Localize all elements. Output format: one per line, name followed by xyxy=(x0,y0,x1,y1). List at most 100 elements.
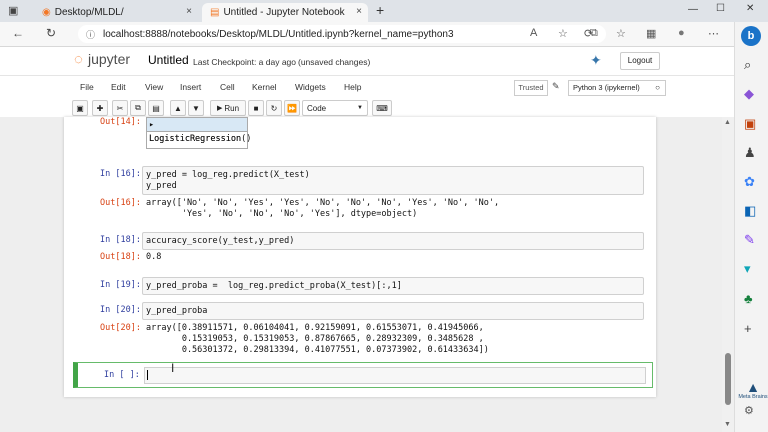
edge-sidebar: b ⌕ ◆ ▣ ♟ ✿ ◧ ✎ ▾ ♣ + ▲ Meta Brains ⚙ xyxy=(734,22,768,432)
favorites-icon[interactable]: ☆ xyxy=(616,27,626,40)
more-menu-icon[interactable]: ⋯ xyxy=(708,27,719,40)
paste-icon: ▤ xyxy=(152,103,160,113)
kernel-indicator[interactable]: Python 3 (ipykernel) ○ xyxy=(568,80,666,96)
trusted-indicator[interactable]: Trusted xyxy=(514,80,548,96)
star-icon[interactable]: ☆ xyxy=(558,27,568,40)
model-repr-header[interactable]: ▸ LogisticRegression xyxy=(147,118,247,144)
profile-avatar-icon[interactable]: ● xyxy=(678,27,685,39)
tab-untitled-notebook[interactable]: ▤ Untitled - Jupyter Notebook × xyxy=(202,3,368,22)
move-down-button[interactable]: ▼ xyxy=(188,100,204,116)
command-palette-button[interactable]: ⌨ xyxy=(372,100,392,116)
search-icon[interactable]: ⌕ xyxy=(744,58,751,72)
menu-help[interactable]: Help xyxy=(344,82,361,92)
notebook-name[interactable]: Untitled xyxy=(148,53,189,67)
browser-address-bar: ← ↻ ⓘ localhost:8888/notebooks/Desktop/M… xyxy=(0,22,768,47)
bing-chat-icon[interactable]: b xyxy=(741,26,761,46)
scrollbar-thumb[interactable] xyxy=(725,353,731,405)
shopping-icon[interactable]: ▾ xyxy=(744,262,751,276)
arrow-down-icon: ▼ xyxy=(192,103,200,113)
jupyter-logo-icon[interactable]: ◌ xyxy=(74,51,83,68)
restart-run-all-button[interactable]: ⏩ xyxy=(284,100,300,116)
text-cursor xyxy=(147,370,148,380)
scroll-down-icon[interactable]: ▼ xyxy=(724,421,731,428)
menu-cell[interactable]: Cell xyxy=(220,82,235,92)
copy-button[interactable]: ⧉ xyxy=(130,100,146,116)
active-cell[interactable]: In [ ]: xyxy=(73,362,653,388)
code-cell-18[interactable]: accuracy_score(y_test,y_pred) xyxy=(142,232,644,250)
empty-code-input[interactable] xyxy=(144,367,646,384)
input-prompt: In [19]: xyxy=(100,280,141,290)
cell-type-value: Code xyxy=(307,103,327,113)
chess-icon[interactable]: ♟ xyxy=(744,146,756,160)
menu-file[interactable]: File xyxy=(80,82,94,92)
logout-button[interactable]: Logout xyxy=(620,52,660,70)
paste-button[interactable]: ▤ xyxy=(148,100,164,116)
tree-icon[interactable]: ♣ xyxy=(744,292,753,306)
refresh-icon[interactable]: ↻ xyxy=(46,26,56,40)
restart-button[interactable]: ↻ xyxy=(266,100,282,116)
run-label: Run xyxy=(224,103,240,113)
close-icon[interactable]: × xyxy=(356,6,362,17)
tab-actions-icon[interactable]: ▣ xyxy=(8,4,18,17)
chevron-down-icon: ▼ xyxy=(357,105,363,111)
output-text: 0.8 xyxy=(146,252,162,262)
model-repr-widget[interactable]: ▸ LogisticRegression LogisticRegression(… xyxy=(146,117,251,149)
code-cell-20[interactable]: y_pred_proba xyxy=(142,302,644,320)
save-button[interactable]: ▣ xyxy=(72,100,88,116)
page-scrollbar[interactable]: ▲ ▼ xyxy=(722,117,734,432)
kernel-status-icon: ○ xyxy=(655,83,660,92)
jupyter-menu-bar: File Edit View Insert Cell Kernel Widget… xyxy=(0,75,734,98)
run-button[interactable]: ▶ Run xyxy=(210,100,246,116)
code-text[interactable]: accuracy_score(y_test,y_pred) xyxy=(146,236,294,247)
edit-pencil-icon[interactable]: ✎ xyxy=(552,81,560,92)
menu-kernel[interactable]: Kernel xyxy=(252,82,277,92)
cut-button[interactable]: ✂ xyxy=(112,100,128,116)
url-field[interactable]: ⓘ localhost:8888/notebooks/Desktop/MLDL/… xyxy=(78,25,606,43)
keyboard-icon: ⌨ xyxy=(376,103,388,113)
move-up-button[interactable]: ▲ xyxy=(170,100,186,116)
input-prompt: In [16]: xyxy=(100,169,141,179)
output-prompt: Out[20]: xyxy=(100,323,141,333)
jupyter-logo-text[interactable]: jupyter xyxy=(88,51,130,67)
interrupt-button[interactable]: ■ xyxy=(248,100,264,116)
collections-icon[interactable]: ▦ xyxy=(646,27,656,40)
info-icon[interactable]: ⓘ xyxy=(86,28,95,41)
jupyter-toolbar: ▣ ✚ ✂ ⧉ ▤ ▲ ▼ ▶ Run ■ ↻ ⏩ Code ▼ ⌨ xyxy=(0,97,734,118)
menu-edit[interactable]: Edit xyxy=(111,82,126,92)
scroll-up-icon[interactable]: ▲ xyxy=(724,119,731,126)
close-window-button[interactable]: ✕ xyxy=(746,3,754,14)
tag-icon[interactable]: ◆ xyxy=(744,87,754,101)
maximize-button[interactable]: ☐ xyxy=(716,3,725,14)
cell-type-select[interactable]: Code ▼ xyxy=(302,100,368,116)
restart-icon: ↻ xyxy=(270,103,278,113)
output-text: array(['No', 'No', 'Yes', 'Yes', 'No', '… xyxy=(146,198,500,219)
menu-view[interactable]: View xyxy=(145,82,163,92)
jupyter-header: ◌ jupyter Untitled Last Checkpoint: a da… xyxy=(0,47,734,75)
settings-icon[interactable]: ⚙ xyxy=(744,404,754,418)
menu-widgets[interactable]: Widgets xyxy=(295,82,326,92)
code-text[interactable]: y_pred = log_reg.predict(X_test) y_pred xyxy=(146,170,310,192)
meta-brains-logo: ▲ Meta Brains xyxy=(738,380,768,400)
outlook-icon[interactable]: ◧ xyxy=(744,204,756,218)
unsaved-status: (unsaved changes) xyxy=(298,57,371,67)
back-arrow-icon[interactable]: ← xyxy=(12,26,24,40)
briefcase-icon[interactable]: ▣ xyxy=(744,117,756,131)
code-text[interactable]: y_pred_proba = log_reg.predict_proba(X_t… xyxy=(146,281,402,292)
code-cell-19[interactable]: y_pred_proba = log_reg.predict_proba(X_t… xyxy=(142,277,644,295)
close-icon[interactable]: × xyxy=(186,6,192,17)
code-text[interactable]: y_pred_proba xyxy=(146,306,207,317)
code-cell-16[interactable]: y_pred = log_reg.predict(X_test) y_pred xyxy=(142,166,644,195)
add-icon[interactable]: + xyxy=(744,322,752,336)
input-prompt: In [18]: xyxy=(100,235,141,245)
jupyter-favicon-icon: ◉ xyxy=(42,7,51,18)
minimize-button[interactable]: — xyxy=(688,4,698,15)
read-aloud-icon[interactable]: A xyxy=(530,27,537,39)
menu-insert[interactable]: Insert xyxy=(180,82,201,92)
new-tab-button[interactable]: + xyxy=(376,2,384,18)
scissors-icon: ✂ xyxy=(116,103,124,113)
extension-icon[interactable]: ⧉ xyxy=(590,27,598,40)
insert-cell-button[interactable]: ✚ xyxy=(92,100,108,116)
edit-icon[interactable]: ✎ xyxy=(744,233,755,247)
copilot-icon[interactable]: ✿ xyxy=(744,175,755,189)
tab-desktop-mldl[interactable]: ◉ Desktop/MLDL/ × xyxy=(34,3,198,22)
